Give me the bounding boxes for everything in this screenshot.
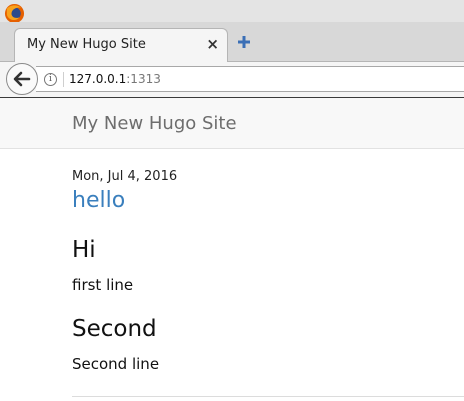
section-heading: Second [72, 316, 157, 342]
url-bar[interactable]: i 127.0.0.1:1313 [36, 66, 464, 92]
back-button[interactable] [6, 63, 38, 95]
site-header: My New Hugo Site [0, 98, 464, 149]
divider [72, 396, 464, 397]
post-title-link[interactable]: hello [72, 188, 125, 213]
post-date: Mon, Jul 4, 2016 [72, 169, 178, 184]
navigation-bar: i 127.0.0.1:1313 [0, 62, 464, 98]
url-text[interactable]: 127.0.0.1:1313 [69, 72, 161, 86]
section-text: Second line [72, 355, 160, 373]
info-icon[interactable]: i [44, 73, 57, 86]
browser-tab[interactable]: My New Hugo Site × [14, 28, 228, 62]
section-heading: Hi [72, 237, 96, 263]
tab-title: My New Hugo Site [27, 37, 146, 52]
url-port: :1313 [126, 72, 161, 86]
tab-strip: My New Hugo Site × [0, 22, 464, 62]
plus-icon[interactable] [236, 34, 252, 50]
firefox-icon [4, 3, 25, 24]
close-icon[interactable]: × [206, 35, 219, 53]
section-text: first line [72, 276, 134, 294]
site-title[interactable]: My New Hugo Site [72, 113, 237, 134]
url-host: 127.0.0.1 [69, 72, 127, 86]
arrow-left-icon [13, 71, 31, 87]
url-separator [63, 72, 64, 87]
